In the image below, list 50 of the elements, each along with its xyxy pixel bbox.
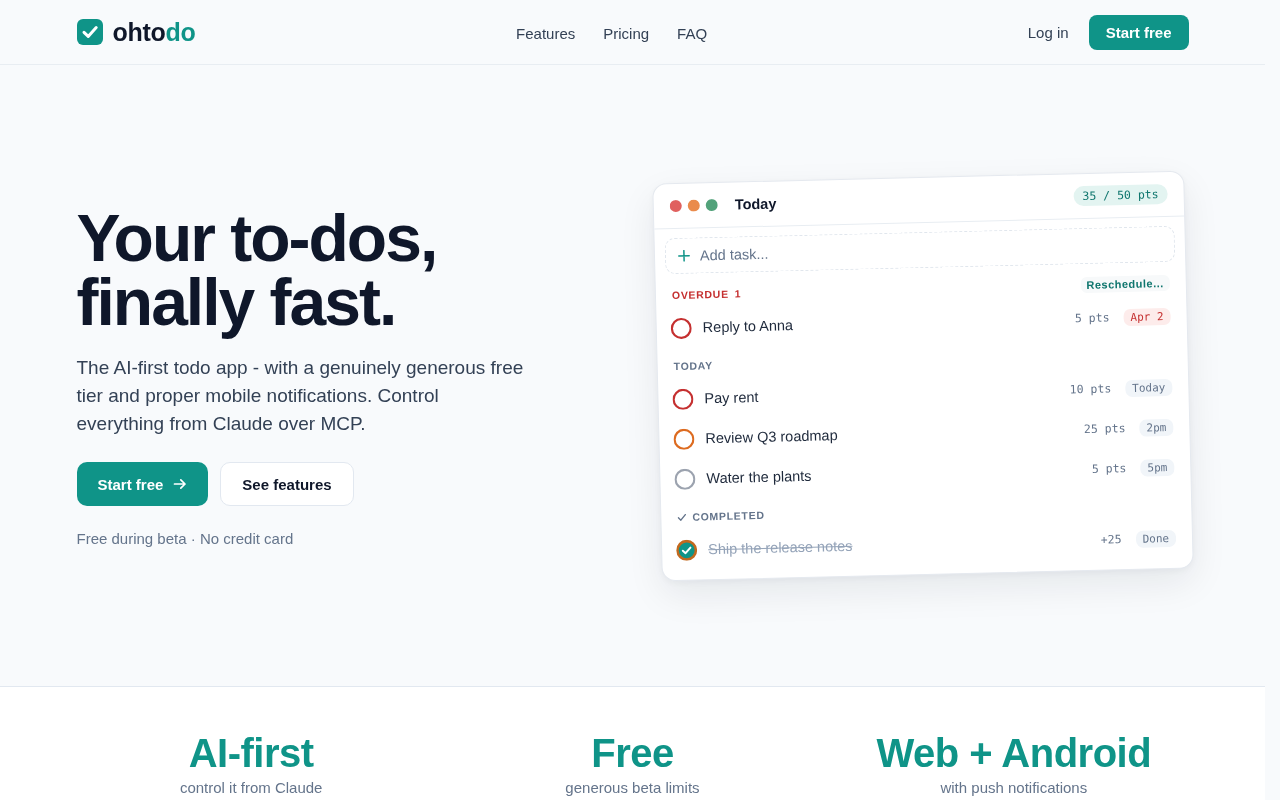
hero-description: The AI-first todo app - with a genuinely generous free tier and proper mobile notifications. Control everything from Claude over MCP. <box>76 356 525 436</box>
cta-button[interactable]: Start free <box>76 462 209 506</box>
logo-text: ohtodo <box>112 17 196 47</box>
task-title: Ship the release notes <box>707 537 853 557</box>
hero-note: Free during beta · No credit card <box>76 530 294 547</box>
due-tag: Today <box>1124 377 1173 397</box>
task-points: 5 pts <box>1091 460 1127 476</box>
task-checkbox[interactable] <box>673 467 696 490</box>
arrow-right-icon <box>173 477 188 491</box>
logo-icon <box>76 19 103 45</box>
hero-title: Your to-dos, finally fast. <box>76 204 438 341</box>
secondary-button[interactable]: See features <box>220 462 354 506</box>
task-points: 10 pts <box>1069 380 1111 396</box>
stat-title: Web + Android <box>876 731 1152 775</box>
task-title: Reply to Anna <box>702 316 793 335</box>
stat-title: AI-first <box>188 731 314 775</box>
stat-subtitle: control it from Claude <box>179 779 323 796</box>
nav-link[interactable]: Features <box>516 24 576 42</box>
due-tag: 2pm <box>1138 417 1174 436</box>
due-tag: Done <box>1134 528 1176 547</box>
nav-link[interactable]: FAQ <box>677 24 708 42</box>
task-checkbox[interactable] <box>671 387 694 410</box>
section-title: COMPLETED <box>691 508 765 523</box>
nav-link[interactable]: Pricing <box>603 24 650 42</box>
stat-title: Free <box>591 731 674 775</box>
task-title: Water the plants <box>705 467 812 486</box>
points-badge: 35 / 50 pts <box>1072 183 1168 206</box>
task-checkbox[interactable] <box>670 316 692 339</box>
stat-subtitle: generous beta limits <box>565 779 700 796</box>
due-tag: 5pm <box>1139 457 1174 476</box>
task-points: 5 pts <box>1074 309 1110 325</box>
section-title: OVERDUE <box>671 287 729 301</box>
card-title: Today <box>734 194 778 213</box>
task-checkbox[interactable] <box>675 538 697 561</box>
start-free-button[interactable]: Start free <box>1088 14 1189 50</box>
check-icon <box>676 511 686 522</box>
task-title: Pay rent <box>703 388 759 406</box>
task-points: 25 pts <box>1083 420 1126 436</box>
stat-subtitle: with push notifications <box>940 779 1088 796</box>
due-tag: Apr 2 <box>1122 306 1171 326</box>
add-task-field[interactable]: Add task... <box>664 225 1175 274</box>
task-title: Review Q3 roadmap <box>704 426 838 446</box>
section-count: 1 <box>734 286 741 300</box>
login-link[interactable]: Log in <box>1027 23 1069 41</box>
task-checkbox[interactable] <box>672 427 695 450</box>
task-points: +25 <box>1100 531 1122 547</box>
window-controls-icon <box>669 198 718 212</box>
reschedule-button[interactable]: Reschedule... <box>1079 274 1170 293</box>
plus-icon <box>677 249 690 262</box>
section-title: TODAY <box>673 358 713 372</box>
